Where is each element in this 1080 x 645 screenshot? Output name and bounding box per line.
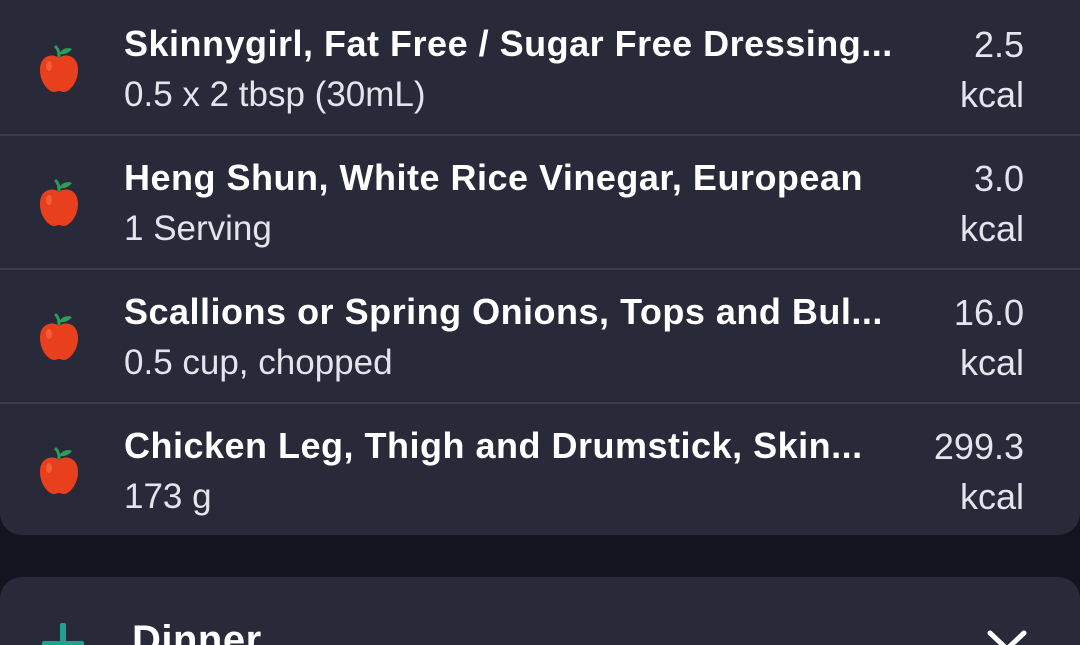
calorie-value: 2.5 bbox=[973, 24, 1024, 65]
serving-size: 0.5 x 2 tbsp (30mL) bbox=[124, 75, 426, 114]
chevron-down-icon[interactable] bbox=[984, 625, 1030, 645]
food-name: Scallions or Spring Onions, Tops and Bul… bbox=[124, 291, 883, 332]
serving-size: 1 Serving bbox=[124, 209, 272, 248]
food-entry-row[interactable]: Heng Shun, White Rice Vinegar, European … bbox=[0, 136, 1080, 268]
calorie-unit: kcal bbox=[959, 74, 1024, 115]
calorie-unit: kcal bbox=[959, 208, 1024, 249]
food-entry-row[interactable]: Chicken Leg, Thigh and Drumstick, Skin..… bbox=[0, 404, 1080, 535]
food-name: Heng Shun, White Rice Vinegar, European bbox=[124, 157, 863, 198]
calorie-unit: kcal bbox=[959, 342, 1024, 383]
apple-icon bbox=[40, 313, 78, 360]
food-entry-row[interactable]: Skinnygirl, Fat Free / Sugar Free Dressi… bbox=[0, 2, 1080, 134]
calorie-value: 3.0 bbox=[973, 158, 1024, 199]
serving-size: 173 g bbox=[124, 477, 212, 516]
calorie-value: 299.3 bbox=[933, 426, 1024, 467]
plus-icon[interactable] bbox=[40, 621, 86, 645]
apple-icon bbox=[40, 45, 78, 92]
meal-card: Skinnygirl, Fat Free / Sugar Free Dressi… bbox=[0, 0, 1080, 535]
section-title: Dinner bbox=[132, 618, 262, 645]
app-screen: Skinnygirl, Fat Free / Sugar Free Dressi… bbox=[0, 0, 1080, 645]
dinner-section-header[interactable]: Dinner bbox=[0, 577, 1080, 645]
food-name: Skinnygirl, Fat Free / Sugar Free Dressi… bbox=[124, 23, 893, 64]
apple-icon bbox=[40, 447, 78, 494]
serving-size: 0.5 cup, chopped bbox=[124, 343, 393, 382]
food-name: Chicken Leg, Thigh and Drumstick, Skin..… bbox=[124, 425, 863, 466]
calorie-unit: kcal bbox=[959, 476, 1024, 517]
calorie-value: 16.0 bbox=[953, 292, 1024, 333]
apple-icon bbox=[40, 179, 78, 226]
food-entry-row[interactable]: Scallions or Spring Onions, Tops and Bul… bbox=[0, 270, 1080, 402]
